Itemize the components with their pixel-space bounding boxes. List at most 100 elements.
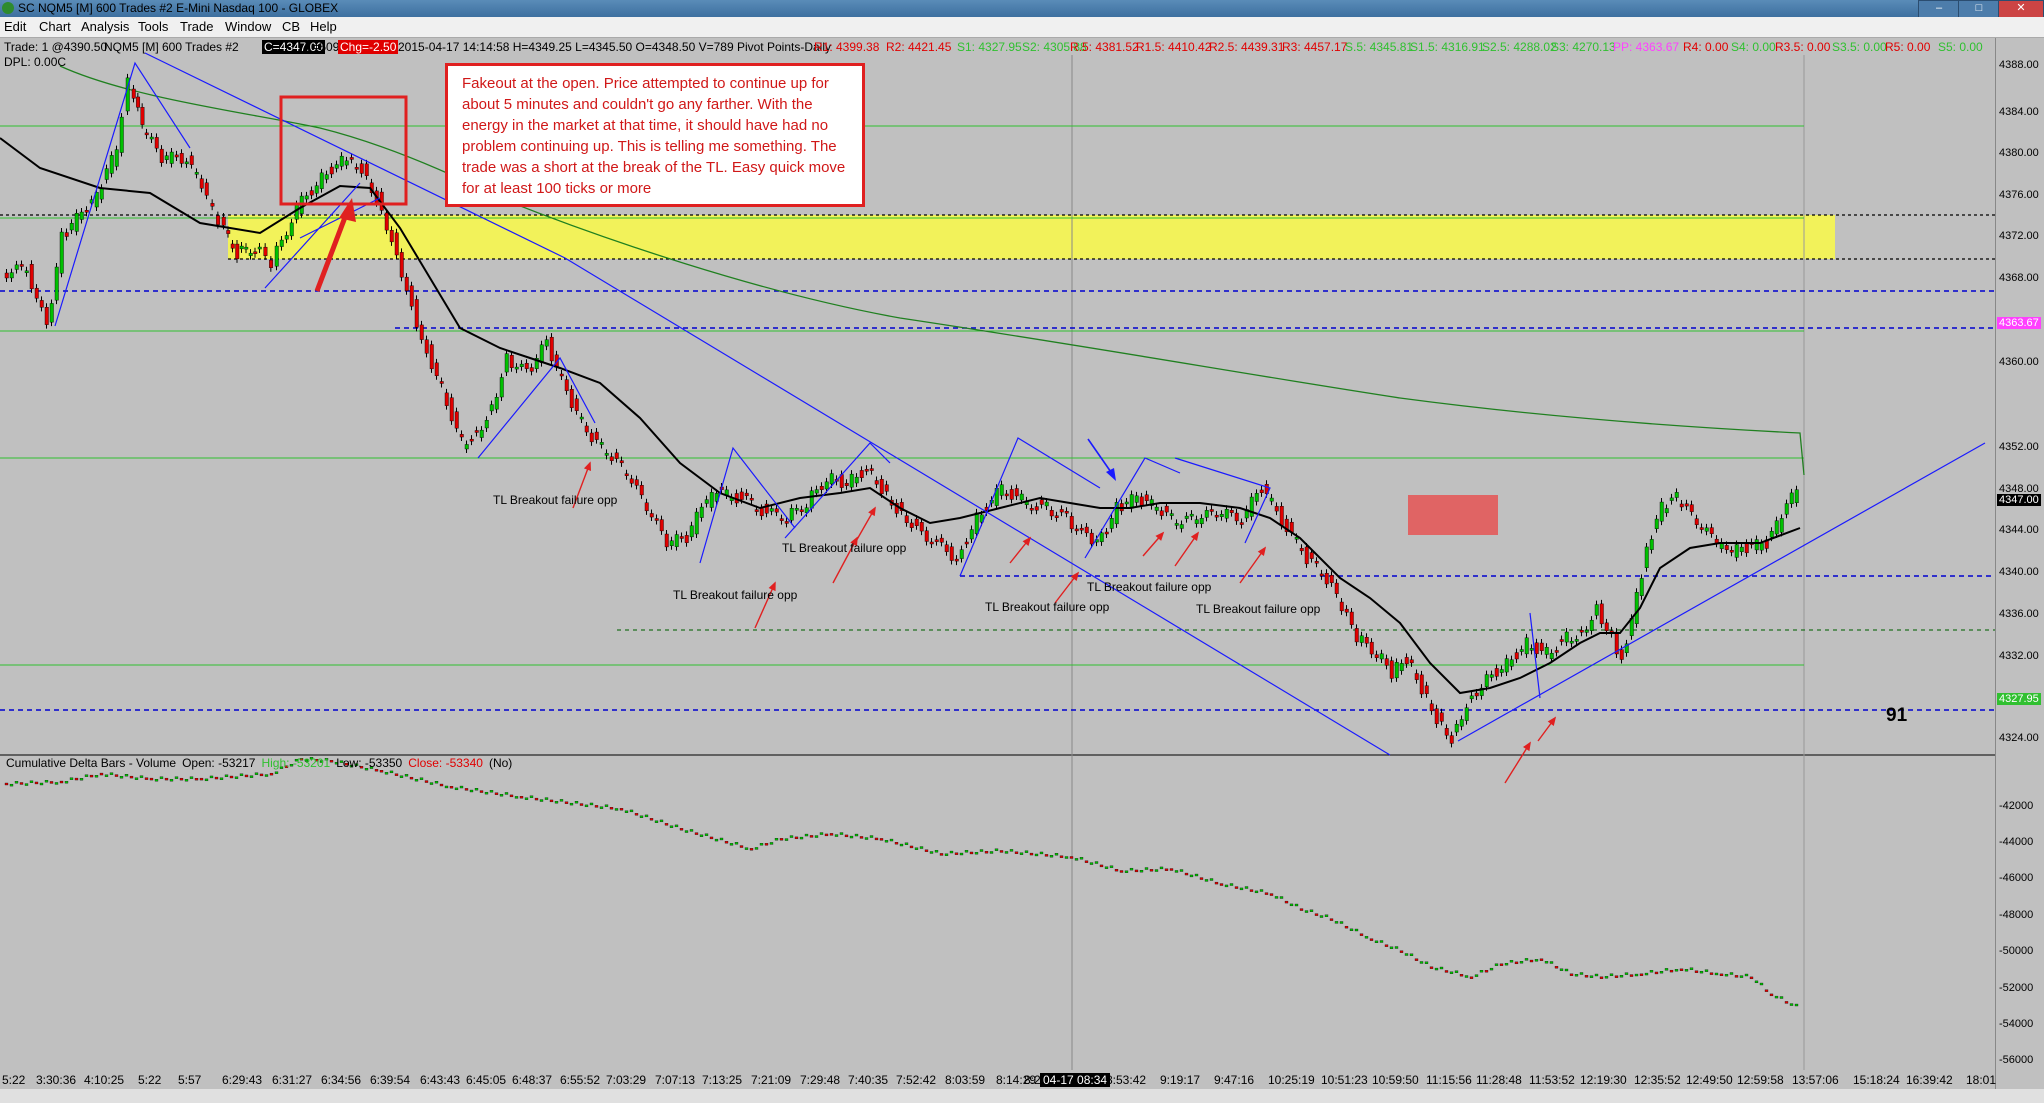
candle	[974, 512, 979, 534]
delta-bar	[1014, 851, 1019, 854]
delta-bar	[1069, 856, 1074, 859]
arrow-head	[1523, 741, 1531, 752]
delta-bar	[1044, 854, 1049, 857]
delta-bar	[959, 852, 964, 856]
candle	[1734, 544, 1739, 558]
delta-bar	[834, 834, 839, 837]
delta-bar	[1554, 966, 1559, 969]
menu-edit[interactable]: Edit	[4, 19, 26, 34]
delta-bar	[1059, 855, 1064, 858]
time-axis[interactable]: 5:22 3:30:36 4:10:25 5:22 5:57 6:29:43 6:31:27…	[0, 1071, 2044, 1089]
price-axis[interactable]: 4388.00 4384.00 4380.00 4376.00 4372.00 …	[1995, 38, 2044, 1098]
candle	[819, 486, 824, 490]
candle	[248, 252, 253, 256]
maximize-button[interactable]: □	[1958, 0, 2000, 18]
delta-bar	[84, 774, 89, 777]
candle	[529, 367, 534, 372]
delta-bar	[464, 788, 469, 791]
price-tick: 4380.00	[1999, 147, 2039, 159]
delta-tick: -48000	[1999, 909, 2034, 921]
delta-bar	[129, 775, 134, 779]
price-chart[interactable]	[0, 38, 1995, 1070]
candle	[184, 161, 189, 165]
delta-bar	[994, 848, 999, 851]
menu-cb[interactable]: CB	[282, 19, 300, 34]
candle	[1189, 513, 1194, 517]
candle	[1789, 492, 1794, 505]
candle	[279, 239, 284, 247]
candle	[659, 519, 664, 532]
delta-bar	[1659, 971, 1664, 974]
candle	[924, 530, 929, 542]
candle	[1129, 494, 1134, 509]
delta-bar	[1319, 915, 1324, 918]
candle	[1664, 508, 1669, 514]
menu-tools[interactable]: Tools	[138, 19, 168, 34]
arrow-head	[1257, 546, 1267, 557]
menu-chart[interactable]: Chart	[39, 19, 71, 34]
time-tick: 6:45:05	[466, 1073, 507, 1087]
delta-bar	[154, 779, 159, 782]
candle	[144, 132, 149, 136]
close-button[interactable]: ✕	[1998, 0, 2044, 18]
delta-high: High: -53201	[261, 756, 331, 770]
delta-bar	[1574, 974, 1579, 977]
delta-bar	[1794, 1003, 1799, 1007]
candle	[1634, 592, 1639, 624]
candle	[154, 137, 159, 149]
menu-trade[interactable]: Trade	[180, 19, 213, 34]
delta-bar	[634, 813, 639, 816]
delta-bar	[409, 776, 414, 780]
candle	[319, 172, 324, 189]
time-tick: 6:39:54	[370, 1073, 411, 1087]
candle	[34, 287, 39, 299]
candle	[274, 245, 279, 267]
candle	[594, 431, 599, 440]
candle	[74, 213, 79, 232]
candle	[869, 468, 874, 471]
menu-analysis[interactable]: Analysis	[81, 19, 129, 34]
delta-bar	[1089, 862, 1094, 865]
candle	[1159, 510, 1164, 516]
delta-bar	[1734, 975, 1739, 978]
delta-bar	[219, 777, 224, 780]
minimize-button[interactable]: –	[1918, 0, 1960, 18]
candle	[1059, 509, 1064, 513]
delta-bar	[389, 770, 394, 774]
delta-bar	[814, 835, 819, 838]
delta-bar	[249, 775, 254, 778]
candle	[799, 509, 804, 512]
delta-bar	[1074, 858, 1079, 861]
delta-bar	[909, 845, 914, 849]
delta-bar	[379, 770, 384, 773]
candle	[704, 499, 709, 504]
delta-bar	[584, 804, 589, 808]
candle	[1464, 707, 1469, 721]
candle	[1229, 510, 1234, 513]
candle	[189, 155, 194, 165]
menu-window[interactable]: Window	[225, 19, 271, 34]
delta-bar	[1154, 869, 1159, 872]
delta-bar	[1669, 969, 1674, 973]
delta-bar	[1344, 925, 1349, 929]
time-tick: 6:48:37	[512, 1073, 553, 1087]
candle	[1014, 488, 1019, 497]
tl-label-2: TL Breakout failure opp	[782, 541, 907, 555]
candle	[1269, 497, 1274, 502]
delta-bar	[264, 774, 269, 777]
delta-bar	[1609, 973, 1614, 976]
delta-bar	[1169, 868, 1174, 871]
menu-help[interactable]: Help	[310, 19, 337, 34]
delta-bar	[934, 850, 939, 853]
time-tick: 11:28:48	[1476, 1073, 1522, 1087]
delta-bar	[479, 790, 484, 793]
delta-bar	[94, 775, 99, 778]
candle	[1659, 501, 1664, 522]
candle	[269, 259, 274, 268]
candle	[1104, 531, 1109, 535]
price-tick: 4372.00	[1999, 230, 2039, 242]
candle	[1779, 518, 1784, 533]
delta-bar	[1029, 852, 1034, 856]
delta-bar	[444, 785, 449, 789]
delta-bar	[99, 772, 104, 776]
